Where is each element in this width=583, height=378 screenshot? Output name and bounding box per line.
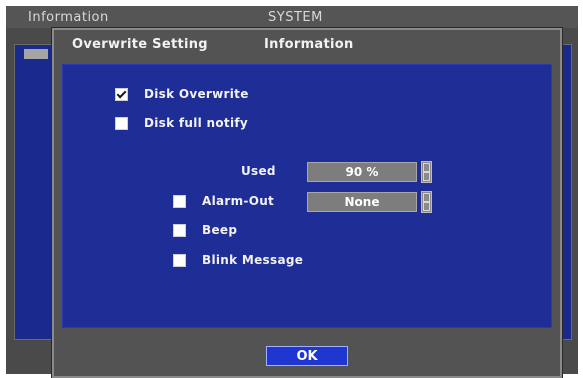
disk-overwrite-row: Disk Overwrite (115, 87, 249, 101)
blink-message-label: Blink Message (202, 253, 304, 267)
spin-up-icon[interactable] (423, 193, 430, 202)
disk-full-notify-label: Disk full notify (144, 116, 249, 130)
alarm-out-spinner[interactable] (421, 191, 432, 213)
overwrite-setting-dialog: Overwrite Setting Information Disk Overw… (52, 28, 562, 378)
ok-button[interactable]: OK (266, 346, 348, 366)
blink-message-checkbox[interactable] (173, 253, 186, 267)
blink-message-row: Blink Message (173, 253, 303, 267)
beep-label: Beep (202, 223, 238, 237)
tab-overwrite-setting[interactable]: Overwrite Setting (72, 37, 208, 52)
tab-information[interactable]: Information (264, 37, 354, 52)
used-spinner[interactable] (421, 161, 432, 183)
alarm-out-checkbox[interactable] (173, 194, 186, 208)
used-label: Used (241, 164, 276, 178)
alarm-out-row: Alarm-Out (173, 194, 274, 208)
disk-overwrite-checkbox[interactable] (115, 87, 128, 101)
background-tab (24, 49, 48, 59)
disk-full-notify-checkbox[interactable] (115, 116, 128, 130)
dvr-screen: Information SYSTEM Overwrite Setting Inf… (6, 6, 578, 378)
spin-down-icon[interactable] (423, 172, 430, 181)
spin-down-icon[interactable] (423, 202, 430, 211)
disk-overwrite-label: Disk Overwrite (144, 87, 249, 101)
dialog-tab-bar: Overwrite Setting Information (54, 30, 560, 60)
beep-checkbox[interactable] (173, 223, 186, 237)
used-value-field[interactable]: 90 % (307, 162, 417, 182)
beep-row: Beep (173, 223, 237, 237)
alarm-out-label: Alarm-Out (202, 194, 275, 208)
dialog-content-panel: Disk Overwrite Disk full notify Used 90 … (62, 64, 552, 328)
disk-full-notify-row: Disk full notify (115, 116, 248, 130)
spin-up-icon[interactable] (423, 163, 430, 172)
alarm-out-select[interactable]: None (307, 192, 417, 212)
